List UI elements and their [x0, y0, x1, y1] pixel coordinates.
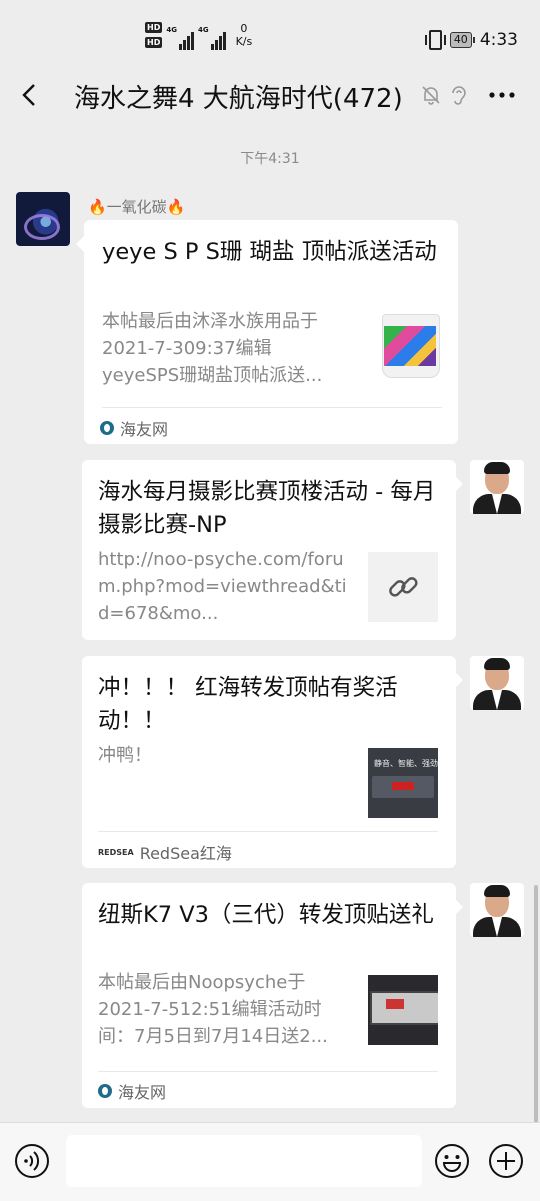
- emoji-icon[interactable]: [434, 1143, 470, 1179]
- message-input[interactable]: [66, 1135, 422, 1187]
- link-card-3[interactable]: 冲！！！ 红海转发顶帖有奖活动！！ 冲鸭！ 静音、智能、强劲 REDSEA Re…: [82, 656, 456, 868]
- back-icon[interactable]: [18, 82, 44, 108]
- hd-badge-1: HD: [145, 22, 163, 33]
- card-description: 冲鸭！: [98, 745, 152, 766]
- redsea-logo-icon: REDSEA: [98, 847, 134, 857]
- signal-2-icon: 4G: [198, 26, 226, 50]
- status-bar: HD HD 4G 4G 0 K/s 40 4:33: [0, 0, 540, 80]
- card-description: 本帖最后由Noopsyche于2021-7-512:51编辑活动时间：7月5日到…: [98, 972, 328, 1047]
- haiyou-logo-icon: [98, 1084, 112, 1098]
- my-avatar[interactable]: [470, 460, 524, 514]
- link-icon: [368, 552, 438, 622]
- my-avatar[interactable]: [470, 656, 524, 710]
- link-card-2[interactable]: 海水每月摄影比赛顶楼活动 - 每月摄影比赛-NP http://noo-psyc…: [82, 460, 456, 640]
- card-title: 海水每月摄影比赛顶楼活动 - 每月摄影比赛-NP: [98, 479, 436, 538]
- card-title: 纽斯K7 V3（三代）转发顶贴送礼: [98, 902, 434, 928]
- plus-icon[interactable]: [488, 1143, 524, 1179]
- haiyou-logo-icon: [100, 421, 114, 435]
- card-title: yeye S P S珊 瑚盐 顶帖派送活动: [102, 239, 437, 265]
- card-description: http://noo-psyche.com/forum.php?mod=view…: [98, 549, 347, 624]
- card-title: 冲！！！ 红海转发顶帖有奖活动！！: [98, 675, 398, 734]
- card-source: 海友网: [100, 416, 168, 440]
- sender-avatar[interactable]: [16, 192, 70, 246]
- link-card-4[interactable]: 纽斯K7 V3（三代）转发顶贴送礼 本帖最后由Noopsyche于2021-7-…: [82, 883, 456, 1108]
- chat-title: 海水之舞4 大航海时代(472): [74, 84, 403, 114]
- mute-bell-icon: [422, 86, 440, 105]
- link-card-1[interactable]: yeye S P S珊 瑚盐 顶帖派送活动 本帖最后由沐泽水族用品于2021-7…: [84, 220, 458, 444]
- ear-icon: [452, 86, 466, 105]
- battery-icon: 40: [449, 32, 475, 48]
- salt-bucket-thumbnail: [376, 310, 446, 380]
- chat-header: 海水之舞4 大航海时代(472): [0, 70, 540, 120]
- sender-name: 🔥一氧化碳🔥: [88, 198, 186, 216]
- clock: 4:33: [479, 30, 518, 50]
- card-description: 本帖最后由沐泽水族用品于2021-7-309:37编辑yeyeSPS珊瑚盐顶帖派…: [102, 311, 323, 386]
- message-timestamp: 下午4:31: [240, 151, 300, 167]
- k7-device-thumbnail: [368, 975, 438, 1045]
- more-icon[interactable]: [488, 83, 516, 107]
- signal-area: HD HD 4G 4G 0 K/s: [145, 22, 252, 58]
- product-banner-thumbnail: 静音、智能、强劲: [368, 748, 438, 818]
- network-speed: 0 K/s: [235, 22, 253, 48]
- card-source: REDSEA RedSea红海: [98, 844, 232, 863]
- vibrate-icon: [424, 30, 446, 50]
- input-bar: [0, 1122, 540, 1201]
- card-source: 海友网: [98, 1079, 166, 1103]
- my-avatar[interactable]: [470, 883, 524, 937]
- voice-icon[interactable]: [14, 1143, 50, 1179]
- scrollbar[interactable]: [534, 885, 538, 1123]
- signal-1-icon: 4G: [166, 26, 194, 50]
- hd-badge-2: HD: [145, 37, 163, 48]
